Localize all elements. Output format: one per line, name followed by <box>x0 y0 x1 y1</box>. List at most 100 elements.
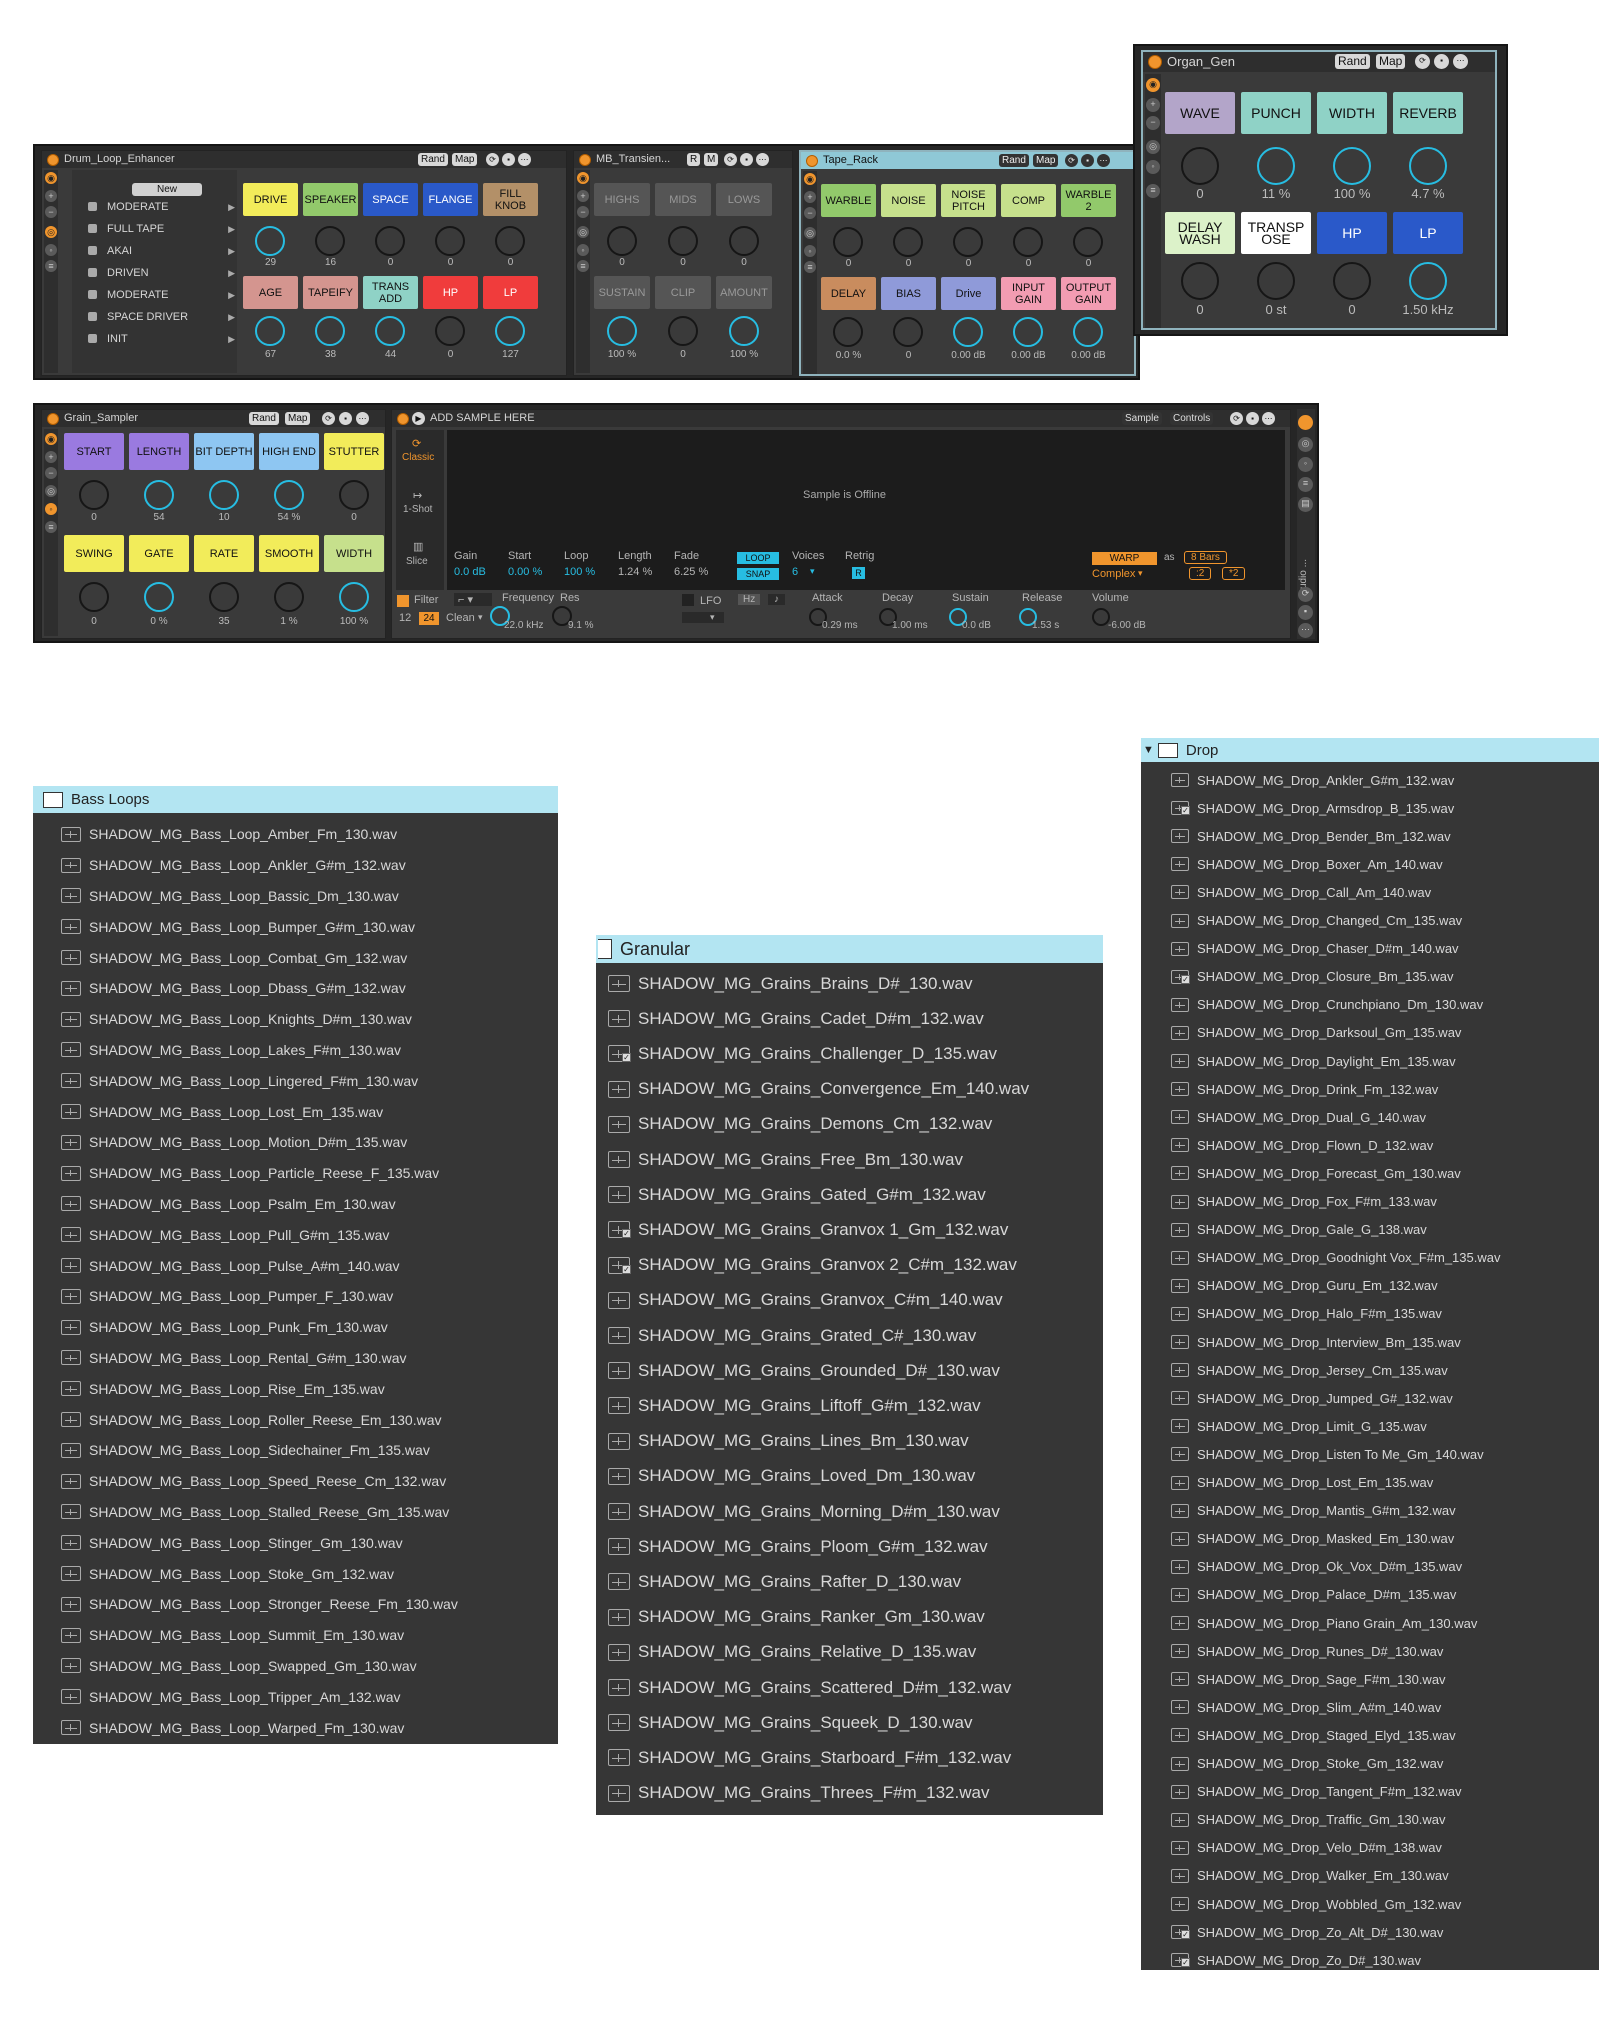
fade-value[interactable]: 6.25 % <box>674 566 708 578</box>
lp-knob[interactable] <box>495 316 525 346</box>
map-button[interactable]: Map <box>452 153 478 166</box>
preset-item[interactable]: SPACE DRIVER ▶ <box>82 307 237 327</box>
macro-comp-button[interactable]: COMP <box>1001 184 1056 217</box>
macro-drive-button[interactable]: Drive <box>941 277 996 310</box>
file-item[interactable]: SHADOW_MG_Bass_Loop_Roller_Reese_Em_130.… <box>33 1404 558 1435</box>
file-item[interactable]: SHADOW_MG_Drop_Jersey_Cm_135.wav <box>1141 1356 1599 1384</box>
variations-icon[interactable]: ≡ <box>577 260 589 272</box>
hot-swap-icon[interactable]: ⟳ <box>1230 412 1243 425</box>
file-item[interactable]: SHADOW_MG_Bass_Loop_Lost_Em_135.wav <box>33 1096 558 1127</box>
half-button[interactable]: :2 <box>1189 567 1212 580</box>
macro-power-icon[interactable]: ◉ <box>45 172 57 184</box>
delay-knob[interactable] <box>833 317 863 347</box>
input-gain-knob[interactable] <box>1013 317 1043 347</box>
reverb-knob[interactable] <box>1409 147 1447 185</box>
save-icon[interactable]: ▪ <box>339 412 352 425</box>
file-item[interactable]: SHADOW_MG_Bass_Loop_Pulse_A#m_140.wav <box>33 1250 558 1281</box>
macro-punch-button[interactable]: PUNCH <box>1241 92 1311 134</box>
lfo-shape-select[interactable]: ▾ <box>682 612 724 623</box>
sample-display[interactable] <box>447 430 1285 530</box>
more-icon[interactable]: ⋯ <box>518 153 531 166</box>
macro-bias-button[interactable]: BIAS <box>881 277 936 310</box>
file-item[interactable]: SHADOW_MG_Drop_Masked_Em_130.wav <box>1141 1525 1599 1553</box>
file-item[interactable]: SHADOW_MG_Bass_Loop_Motion_D#m_135.wav <box>33 1127 558 1158</box>
decay-value[interactable]: 1.00 ms <box>892 620 928 631</box>
macro-warble-2-button[interactable]: WARBLE 2 <box>1061 184 1116 217</box>
save-icon[interactable]: ▪ <box>502 153 515 166</box>
rand-button[interactable]: Rand <box>999 154 1029 167</box>
file-item[interactable]: SHADOW_MG_Drop_Gale_G_138.wav <box>1141 1216 1599 1244</box>
play-icon[interactable]: ▶ <box>228 219 235 239</box>
m-button[interactable]: M <box>704 153 719 166</box>
retrig-toggle[interactable]: R <box>852 567 865 579</box>
map-icon[interactable]: ◦ <box>1146 160 1160 174</box>
preset-item[interactable]: INIT ▶ <box>82 329 237 349</box>
randomize-icon[interactable]: ◎ <box>804 227 816 239</box>
width-knob[interactable] <box>339 582 369 612</box>
power-icon[interactable] <box>397 413 409 425</box>
macro-length-button[interactable]: LENGTH <box>129 433 189 470</box>
file-item[interactable]: SHADOW_MG_Drop_Goodnight Vox_F#m_135.wav <box>1141 1244 1599 1272</box>
warble-2-knob[interactable] <box>1073 227 1103 257</box>
file-item[interactable]: SHADOW_MG_Drop_Tangent_F#m_132.wav <box>1141 1778 1599 1806</box>
file-item[interactable]: SHADOW_MG_Bass_Loop_Speed_Reese_Cm_132.w… <box>33 1466 558 1497</box>
variations-icon[interactable]: ≡ <box>45 260 57 272</box>
file-item[interactable]: SHADOW_MG_Drop_Drink_Fm_132.wav <box>1141 1075 1599 1103</box>
folder-header[interactable]: ▼ Drop <box>1141 738 1599 762</box>
macro-tapeify-button[interactable]: TAPEIFY <box>303 276 358 309</box>
file-item[interactable]: ✓ SHADOW_MG_Drop_Closure_Bm_135.wav <box>1141 963 1599 991</box>
file-item[interactable]: SHADOW_MG_Bass_Loop_Stronger_Reese_Fm_13… <box>33 1589 558 1620</box>
rack-power-icon[interactable] <box>1298 415 1313 430</box>
hot-swap-icon[interactable]: ⟳ <box>1065 154 1078 167</box>
output-gain-knob[interactable] <box>1073 317 1103 347</box>
file-item[interactable]: SHADOW_MG_Drop_Staged_Elyd_135.wav <box>1141 1721 1599 1749</box>
file-item[interactable]: SHADOW_MG_Drop_Ankler_G#m_132.wav <box>1141 766 1599 794</box>
file-item[interactable]: SHADOW_MG_Drop_Bender_Bm_132.wav <box>1141 822 1599 850</box>
tab-controls[interactable]: Controls <box>1170 412 1214 425</box>
macro-power-icon[interactable]: ◉ <box>577 172 589 184</box>
file-item[interactable]: SHADOW_MG_Drop_Piano Grain_Am_130.wav <box>1141 1609 1599 1637</box>
file-item[interactable]: SHADOW_MG_Grains_Ploom_G#m_132.wav <box>596 1529 1103 1564</box>
file-item[interactable]: SHADOW_MG_Drop_Jumped_G#_132.wav <box>1141 1384 1599 1412</box>
macro-warble-button[interactable]: WARBLE <box>821 184 876 217</box>
map-button[interactable]: Map <box>285 412 311 425</box>
sustain-value[interactable]: 0.0 dB <box>962 620 991 631</box>
rand-button[interactable]: Rand <box>1335 54 1370 69</box>
power-icon[interactable] <box>579 154 591 166</box>
file-item[interactable]: SHADOW_MG_Drop_Stoke_Gm_132.wav <box>1141 1750 1599 1778</box>
volume-value[interactable]: -6.00 dB <box>1108 620 1146 631</box>
macro-rate-button[interactable]: RATE <box>194 535 254 572</box>
trans-add-knob[interactable] <box>375 316 405 346</box>
file-item[interactable]: SHADOW_MG_Bass_Loop_Ankler_G#m_132.wav <box>33 850 558 881</box>
age-knob[interactable] <box>255 316 285 346</box>
macro-reverb-button[interactable]: REVERB <box>1393 92 1463 134</box>
macro-bit-depth-button[interactable]: BIT DEPTH <box>194 433 254 470</box>
file-item[interactable]: SHADOW_MG_Grains_Demons_Cm_132.wav <box>596 1107 1103 1142</box>
file-item[interactable]: SHADOW_MG_Bass_Loop_Bumper_G#m_130.wav <box>33 911 558 942</box>
file-item[interactable]: SHADOW_MG_Grains_Gated_G#m_132.wav <box>596 1177 1103 1212</box>
preset-item[interactable]: MODERATE ▶ <box>82 285 237 305</box>
slice-icon[interactable]: ▥ <box>413 540 423 553</box>
file-item[interactable]: SHADOW_MG_Bass_Loop_Stinger_Gm_130.wav <box>33 1527 558 1558</box>
play-icon[interactable]: ▶ <box>228 285 235 305</box>
file-item[interactable]: SHADOW_MG_Bass_Loop_Rise_Em_135.wav <box>33 1373 558 1404</box>
file-item[interactable]: SHADOW_MG_Bass_Loop_Warped_Fm_130.wav <box>33 1712 558 1743</box>
start-value[interactable]: 0.00 % <box>508 566 542 578</box>
mode-slice-button[interactable]: Slice <box>406 556 428 567</box>
more-icon[interactable]: ⋯ <box>1298 623 1313 638</box>
file-item[interactable]: SHADOW_MG_Bass_Loop_Dbass_G#m_132.wav <box>33 973 558 1004</box>
warp-mode-select[interactable]: Complex <box>1092 568 1135 580</box>
add-icon[interactable]: + <box>45 190 57 202</box>
new-preset-button[interactable]: New <box>132 183 202 196</box>
gate-knob[interactable] <box>144 582 174 612</box>
macro-lows-button[interactable]: LOWS <box>716 183 772 216</box>
bit-depth-knob[interactable] <box>209 480 239 510</box>
power-icon[interactable] <box>1148 55 1162 69</box>
list-icon[interactable]: ≡ <box>1298 477 1313 492</box>
folder-header[interactable]: Bass Loops <box>33 786 558 813</box>
macro-swing-button[interactable]: SWING <box>64 535 124 572</box>
file-item[interactable]: SHADOW_MG_Drop_Palace_D#m_135.wav <box>1141 1581 1599 1609</box>
remove-icon[interactable]: − <box>1146 116 1160 130</box>
lfo-note-icon[interactable]: ♪ <box>768 594 785 605</box>
macro-lp-button[interactable]: LP <box>483 276 538 309</box>
